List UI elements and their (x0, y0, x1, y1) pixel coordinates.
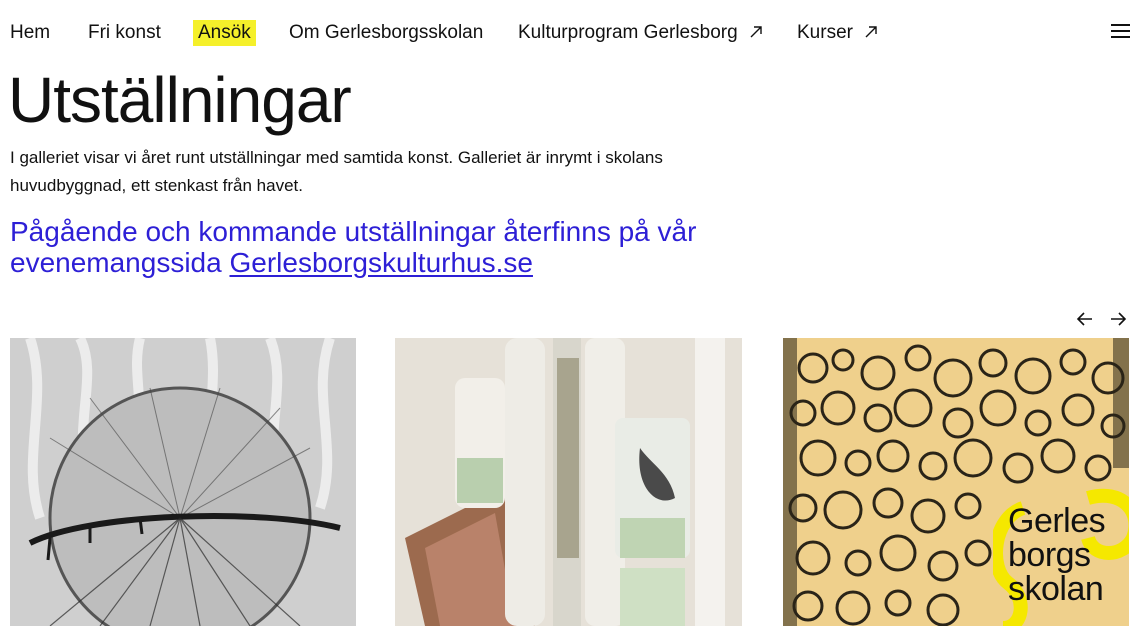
exhibition-card-1[interactable] (10, 338, 356, 626)
logo-line: Gerles (1008, 502, 1106, 540)
external-link-icon (750, 26, 762, 38)
nav-item-hem[interactable]: Hem (10, 20, 50, 46)
logo-line: borgs (1008, 536, 1091, 574)
logo-wordmark: Gerles borgs skolan (1008, 502, 1106, 608)
arrow-right-icon[interactable] (1108, 309, 1128, 329)
intro-text: I galleriet visar vi året runt utställni… (10, 148, 663, 195)
lead-text: Pågående och kommande utställningar åter… (10, 216, 790, 278)
logo-line: skolan (1008, 570, 1104, 608)
nav-item-ansok[interactable]: Ansök (193, 20, 256, 46)
nav-item-kurser[interactable]: Kurser (797, 20, 878, 46)
exhibition-image-1 (10, 338, 356, 626)
hamburger-menu-icon[interactable] (1111, 24, 1130, 40)
exhibition-card-2[interactable] (395, 338, 742, 626)
nav-item-label: Kulturprogram Gerlesborg (518, 22, 738, 43)
nav-item-kulturprogram-gerlesborg[interactable]: Kulturprogram Gerlesborg (518, 20, 763, 46)
external-link-icon (865, 26, 877, 38)
exhibition-image-2 (395, 338, 742, 626)
exhibition-card-3[interactable]: Gerles borgs skolan (783, 338, 1129, 626)
arrow-left-icon[interactable] (1075, 309, 1095, 329)
page-title: Utställningar (8, 64, 352, 136)
main-nav: Hem Fri konst Ansök Om Gerlesborgsskolan… (0, 0, 1134, 66)
nav-item-label: Kurser (797, 22, 853, 43)
nav-item-fri-konst[interactable]: Fri konst (88, 20, 161, 46)
nav-item-om-gerlesborgsskolan[interactable]: Om Gerlesborgsskolan (289, 20, 483, 46)
kulturhus-link[interactable]: Gerlesborgskulturhus.se (229, 247, 532, 278)
